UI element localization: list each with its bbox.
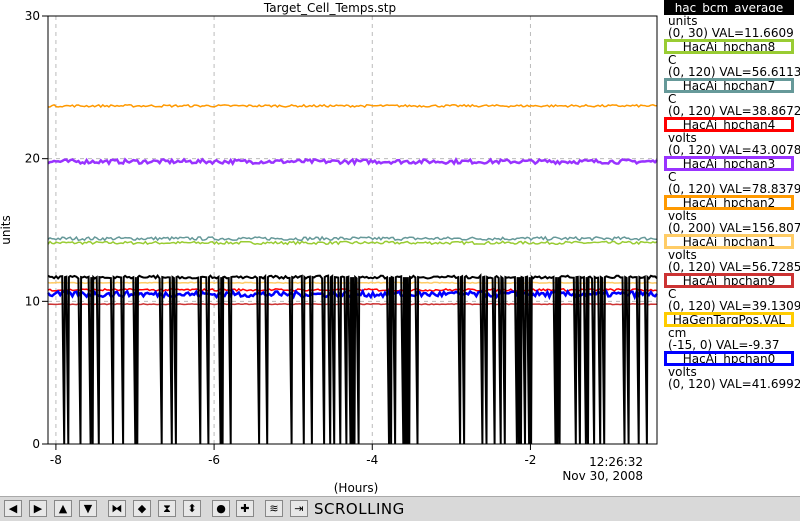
x-axis-label: (Hours)	[334, 481, 379, 495]
legend-value: (0, 120) VAL=41.6992	[668, 377, 800, 391]
legend-item[interactable]: HacAi_hpchan0 volts (0, 120) VAL=41.6992	[664, 351, 800, 390]
y-tick-label: 30	[25, 9, 40, 23]
x-tick-label: -6	[208, 453, 220, 467]
legend-series-name[interactable]: HacAi_hpchan3	[664, 156, 794, 171]
legend-series-name[interactable]: HacAi_hpchan7	[664, 78, 794, 93]
series-line-hacai-hpchan7	[47, 235, 658, 242]
legend-series-name[interactable]: HaGenTargPos.VAL	[664, 312, 794, 327]
legend-value: (0, 120) VAL=39.1309	[668, 299, 800, 313]
zoom-in-y-icon[interactable]: ⧗	[158, 500, 176, 517]
circle-icon[interactable]: ●	[212, 500, 230, 517]
plus-icon[interactable]: ✚	[236, 500, 254, 517]
x-tick-label: -2	[524, 453, 536, 467]
y-tick-label: 0	[32, 437, 40, 451]
legend-series-name[interactable]: HacAi_hpchan4	[664, 117, 794, 132]
zoom-out-y-icon[interactable]: ⬍	[183, 500, 201, 517]
legend-value: (0, 120) VAL=56.6113	[668, 65, 800, 79]
legend-item[interactable]: HacAi_hpchan2 volts (0, 200) VAL=156.807	[664, 195, 800, 234]
legend-value: (0, 120) VAL=38.8672	[668, 104, 800, 118]
arrow-left-icon[interactable]: ◀	[4, 500, 22, 517]
legend-item[interactable]: HacAi_hpchan9 C (0, 120) VAL=39.1309	[664, 273, 800, 312]
scroll-status: SCROLLING	[314, 500, 405, 518]
arrow-right-icon[interactable]: ▶	[29, 500, 47, 517]
autoscale-icon[interactable]: ≋	[265, 500, 283, 517]
arrow-up-icon[interactable]: ▲	[54, 500, 72, 517]
x-tick-label: -4	[366, 453, 378, 467]
legend-value: (0, 200) VAL=156.807	[668, 221, 800, 235]
arrow-down-icon[interactable]: ▼	[79, 500, 97, 517]
zoom-in-x-icon[interactable]: ⧓	[108, 500, 126, 517]
legend-item[interactable]: HaGenTargPos.VAL cm (-15, 0) VAL=-9.37	[664, 312, 800, 351]
legend-value: (0, 120) VAL=56.7285	[668, 260, 800, 274]
y-tick-label: 20	[25, 152, 40, 166]
legend-value: (0, 120) VAL=78.8379	[668, 182, 800, 196]
legend-item[interactable]: hac_bcm_average units (0, 30) VAL=11.6609	[664, 0, 800, 39]
legend-value: (-15, 0) VAL=-9.37	[668, 338, 780, 352]
legend-item[interactable]: HacAi_hpchan3 C (0, 120) VAL=78.8379	[664, 156, 800, 195]
legend-series-name[interactable]: HacAi_hpchan8	[664, 39, 794, 54]
time-label-date: Nov 30, 2008	[562, 469, 643, 483]
legend-value: (0, 30) VAL=11.6609	[668, 26, 794, 40]
back-to-live-icon[interactable]: ⇥	[290, 500, 308, 517]
legend-item[interactable]: HacAi_hpchan8 C (0, 120) VAL=56.6113	[664, 39, 800, 78]
series-line-hacai-hpchan8	[47, 240, 658, 246]
legend-series-name[interactable]: HacAi_hpchan0	[664, 351, 794, 366]
time-label-clock: 12:26:32	[589, 455, 643, 469]
legend-series-name[interactable]: HacAi_hpchan2	[664, 195, 794, 210]
series-lines	[47, 103, 658, 445]
x-tick-label: -8	[50, 453, 62, 467]
series-line-hacai-hpchan2	[47, 103, 658, 109]
legend-series-name[interactable]: hac_bcm_average	[664, 0, 794, 15]
legend-item[interactable]: HacAi_hpchan1 volts (0, 120) VAL=56.7285	[664, 234, 800, 273]
zoom-out-x-icon[interactable]: ◆	[133, 500, 151, 517]
toolbar: ◀ ▶ ▲ ▼ ⧓ ◆ ⧗ ⬍ ● ✚ ≋ ⇥ SCROLLING	[0, 496, 800, 521]
legend-value: (0, 120) VAL=43.0078	[668, 143, 800, 157]
legend: hac_bcm_average units (0, 30) VAL=11.6609 H…	[664, 0, 800, 390]
series-line-hacai-hpchan3	[47, 156, 658, 167]
legend-item[interactable]: HacAi_hpchan7 C (0, 120) VAL=38.8672	[664, 78, 800, 117]
y-axis-label: units	[0, 215, 13, 245]
y-tick-label: 10	[25, 294, 40, 308]
legend-series-name[interactable]: HacAi_hpchan9	[664, 273, 794, 288]
legend-series-name[interactable]: HacAi_hpchan1	[664, 234, 794, 249]
legend-item[interactable]: HacAi_hpchan4 volts (0, 120) VAL=43.0078	[664, 117, 800, 156]
